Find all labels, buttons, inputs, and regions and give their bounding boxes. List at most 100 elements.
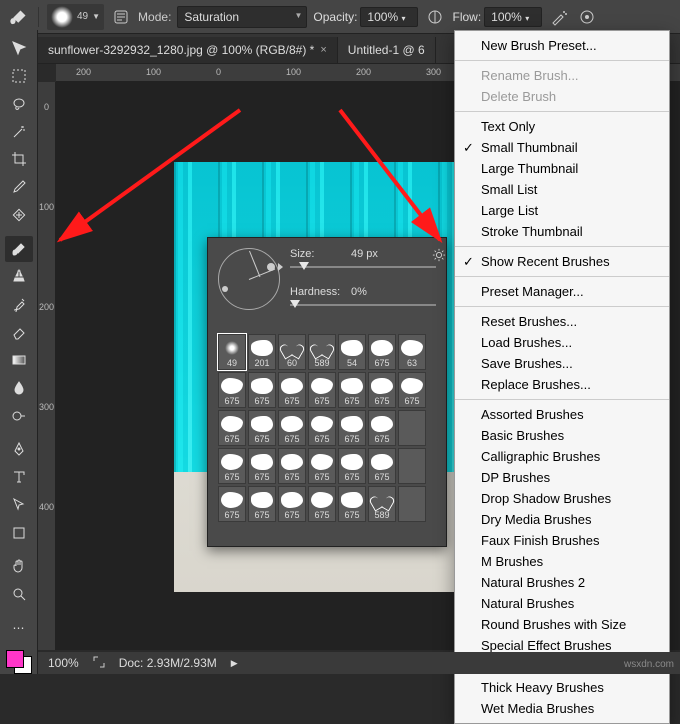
menu-round-brushes-with-size[interactable]: Round Brushes with Size (455, 614, 669, 635)
brush-thumbnail[interactable]: 63 (398, 334, 426, 370)
path-selection-tool[interactable] (5, 492, 33, 518)
history-brush-tool[interactable] (5, 291, 33, 317)
zoom-level[interactable]: 100% (48, 656, 79, 670)
pressure-opacity-icon[interactable] (424, 6, 446, 28)
brush-thumbnail[interactable]: 60 (278, 334, 306, 370)
size-value[interactable]: 49 px (351, 248, 378, 260)
menu-show-recent-brushes[interactable]: Show Recent Brushes (455, 251, 669, 272)
brush-angle-picker[interactable] (218, 248, 280, 310)
expand-icon[interactable] (93, 656, 105, 671)
size-slider[interactable] (290, 264, 436, 278)
brush-thumbnail[interactable]: 675 (278, 448, 306, 484)
menu-reset-brushes[interactable]: Reset Brushes... (455, 311, 669, 332)
brush-thumbnail[interactable]: 675 (218, 486, 246, 522)
menu-save-brushes[interactable]: Save Brushes... (455, 353, 669, 374)
menu-stroke-thumbnail[interactable]: Stroke Thumbnail (455, 221, 669, 242)
brush-thumbnail[interactable]: 589 (308, 334, 336, 370)
menu-wet-media-brushes[interactable]: Wet Media Brushes (455, 698, 669, 719)
brush-thumbnail[interactable]: 675 (368, 372, 396, 408)
menu-large-list[interactable]: Large List (455, 200, 669, 221)
brush-thumbnail[interactable] (398, 410, 426, 446)
menu-dp-brushes[interactable]: DP Brushes (455, 467, 669, 488)
marquee-tool[interactable] (5, 63, 33, 89)
crop-tool[interactable] (5, 147, 33, 173)
eraser-tool[interactable] (5, 319, 33, 345)
brush-tool[interactable] (5, 236, 33, 262)
menu-small-thumbnail[interactable]: Small Thumbnail (455, 137, 669, 158)
brush-thumbnail[interactable]: 54 (338, 334, 366, 370)
pressure-size-icon[interactable] (576, 6, 598, 28)
gradient-tool[interactable] (5, 347, 33, 373)
flow-input[interactable]: 100% ▾ (484, 7, 542, 27)
brush-thumbnail[interactable]: 675 (248, 486, 276, 522)
brush-thumbnail[interactable]: 675 (218, 372, 246, 408)
hardness-value[interactable]: 0% (351, 286, 367, 298)
menu-faux-finish-brushes[interactable]: Faux Finish Brushes (455, 530, 669, 551)
brush-thumbnail[interactable]: 201 (248, 334, 276, 370)
brush-panel-toggle-icon[interactable] (110, 6, 132, 28)
brush-thumbnail[interactable]: 675 (308, 372, 336, 408)
opacity-input[interactable]: 100% ▾ (360, 7, 418, 27)
chevron-right-icon[interactable]: ▶ (231, 658, 238, 669)
dodge-tool[interactable] (5, 403, 33, 429)
brush-thumbnail[interactable]: 675 (278, 486, 306, 522)
hardness-slider[interactable] (290, 302, 436, 316)
brush-thumbnail[interactable]: 675 (308, 410, 336, 446)
tab-sunflower[interactable]: sunflower-3292932_1280.jpg @ 100% (RGB/8… (38, 37, 338, 63)
menu-natural-brushes-2[interactable]: Natural Brushes 2 (455, 572, 669, 593)
brush-thumbnail[interactable]: 675 (368, 334, 396, 370)
pen-tool[interactable] (5, 436, 33, 462)
close-icon[interactable]: × (320, 44, 326, 56)
menu-drop-shadow-brushes[interactable]: Drop Shadow Brushes (455, 488, 669, 509)
brush-thumbnail[interactable]: 675 (368, 410, 396, 446)
brush-thumbnail[interactable]: 675 (308, 448, 336, 484)
menu-text-only[interactable]: Text Only (455, 116, 669, 137)
lasso-tool[interactable] (5, 91, 33, 117)
menu-large-thumbnail[interactable]: Large Thumbnail (455, 158, 669, 179)
menu-m-brushes[interactable]: M Brushes (455, 551, 669, 572)
magic-wand-tool[interactable] (5, 119, 33, 145)
menu-thick-heavy-brushes[interactable]: Thick Heavy Brushes (455, 677, 669, 698)
brush-preset-picker[interactable]: 49 ▼ (47, 4, 104, 30)
popover-settings-gear-icon[interactable] (430, 246, 448, 264)
move-tool[interactable] (5, 35, 33, 61)
menu-assorted-brushes[interactable]: Assorted Brushes (455, 404, 669, 425)
menu-replace-brushes[interactable]: Replace Brushes... (455, 374, 669, 395)
brush-thumbnail[interactable]: 675 (278, 372, 306, 408)
brush-thumbnail[interactable] (398, 448, 426, 484)
menu-natural-brushes[interactable]: Natural Brushes (455, 593, 669, 614)
healing-brush-tool[interactable] (5, 202, 33, 228)
clone-stamp-tool[interactable] (5, 264, 33, 290)
shape-tool[interactable] (5, 520, 33, 546)
tab-untitled[interactable]: Untitled-1 @ 6 (338, 37, 436, 63)
menu-load-brushes[interactable]: Load Brushes... (455, 332, 669, 353)
brush-thumbnail[interactable]: 675 (338, 448, 366, 484)
foreground-color-swatch[interactable] (6, 650, 24, 668)
brush-thumbnail[interactable]: 675 (308, 486, 336, 522)
zoom-tool[interactable] (5, 581, 33, 607)
brush-thumbnail[interactable]: 675 (248, 410, 276, 446)
brush-thumbnail[interactable]: 675 (248, 372, 276, 408)
menu-new-brush-preset[interactable]: New Brush Preset... (455, 35, 669, 56)
color-swatches[interactable] (6, 650, 32, 674)
menu-small-list[interactable]: Small List (455, 179, 669, 200)
brush-thumbnail[interactable]: 675 (338, 372, 366, 408)
brush-thumbnail[interactable]: 49 (218, 334, 246, 370)
menu-dry-media-brushes[interactable]: Dry Media Brushes (455, 509, 669, 530)
menu-calligraphic-brushes[interactable]: Calligraphic Brushes (455, 446, 669, 467)
brush-thumbnail[interactable]: 589 (368, 486, 396, 522)
eyedropper-tool[interactable] (5, 174, 33, 200)
brush-thumbnail[interactable]: 675 (338, 486, 366, 522)
type-tool[interactable] (5, 464, 33, 490)
brush-thumbnail[interactable]: 675 (248, 448, 276, 484)
hand-tool[interactable] (5, 553, 33, 579)
brush-thumbnail[interactable]: 675 (398, 372, 426, 408)
menu-basic-brushes[interactable]: Basic Brushes (455, 425, 669, 446)
brush-thumbnail[interactable]: 675 (368, 448, 396, 484)
blur-tool[interactable] (5, 375, 33, 401)
brush-thumbnail[interactable]: 675 (278, 410, 306, 446)
brush-thumbnail[interactable]: 675 (218, 410, 246, 446)
brush-thumbnail[interactable]: 675 (218, 448, 246, 484)
edit-toolbar-icon[interactable]: ⋯ (5, 615, 33, 641)
brush-thumbnail[interactable]: 675 (338, 410, 366, 446)
